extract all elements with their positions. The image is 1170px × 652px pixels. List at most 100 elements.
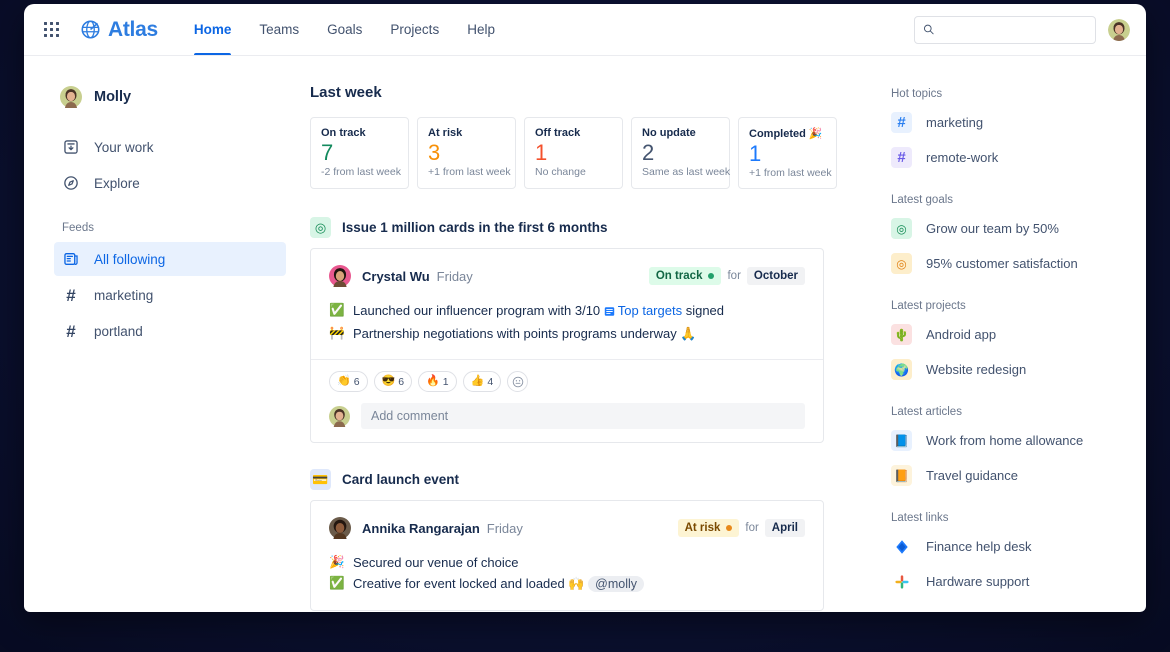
rightbar-item-customer-satisfaction[interactable]: ◎ 95% customer satisfaction [891, 253, 1128, 274]
bullet-text-pre: Launched our influencer program with 3/1… [353, 303, 604, 318]
rightbar-group-latest-links: Latest links Finance help desk Hardware … [891, 512, 1128, 592]
sidebar-section-feeds-label: Feeds [62, 222, 94, 234]
brand-logo[interactable]: Atlas [80, 18, 158, 42]
check-mark-icon: ✅ [329, 303, 345, 317]
sidebar-item-label: All following [94, 251, 166, 267]
status-badge[interactable]: On track [648, 267, 722, 285]
feed-icon [62, 251, 80, 267]
period-badge[interactable]: April [764, 519, 805, 537]
rightbar-item-label: Grow our team by 50% [926, 221, 1059, 236]
rightbar-item-label: Travel guidance [926, 468, 1019, 483]
stat-value: 1 [749, 141, 762, 166]
sidebar-item-marketing[interactable]: # marketing [54, 278, 286, 312]
add-reaction-icon [512, 376, 523, 387]
inline-link[interactable]: Top targets [618, 303, 682, 318]
bullet-text: Creative for event locked and loaded 🙌 @… [353, 574, 645, 594]
search-input[interactable] [940, 22, 1087, 37]
status-dot [726, 525, 733, 531]
stat-value: 1 [535, 140, 548, 165]
sidebar-item-explore[interactable]: Explore [54, 166, 286, 200]
period-badge[interactable]: October [746, 267, 805, 285]
reaction-count: 6 [398, 375, 405, 388]
sidebar-feeds: All following # marketing # portland [54, 242, 286, 348]
nav-link-goals[interactable]: Goals [313, 4, 376, 55]
rightbar-group-latest-articles: Latest articles 📘 Work from home allowan… [891, 406, 1128, 486]
goal-target-icon: ◎ [891, 218, 912, 239]
document-icon [604, 303, 615, 322]
stat-card-completed[interactable]: Completed 🎉 1 +1 from last week [738, 117, 837, 189]
nav-link-home[interactable]: Home [180, 4, 246, 55]
jira-service-icon [891, 536, 912, 557]
blue-book-icon: 📘 [891, 430, 912, 451]
avatar [60, 86, 82, 108]
rightbar-item-wfh-allowance[interactable]: 📘 Work from home allowance [891, 430, 1128, 451]
nav-link-projects[interactable]: Projects [376, 4, 453, 55]
comment-row: Add comment [329, 403, 805, 429]
stat-card-off-track[interactable]: Off track 1 No change [524, 117, 623, 189]
orange-book-icon: 📙 [891, 465, 912, 486]
rightbar-item-grow-team[interactable]: ◎ Grow our team by 50% [891, 218, 1128, 239]
goal-title: Card launch event [342, 472, 460, 487]
construction-icon: 🚧 [329, 326, 345, 340]
post-author[interactable]: Annika Rangarajan [362, 521, 480, 536]
stat-card-at-risk[interactable]: At risk 3 +1 from last week [417, 117, 516, 189]
rightbar-group-title: Latest goals [891, 194, 954, 206]
status-badge[interactable]: At risk [677, 519, 740, 537]
primary-nav: Home Teams Goals Projects Help [180, 4, 509, 55]
stat-card-no-update[interactable]: No update 2 Same as last week [631, 117, 730, 189]
for-label: for [745, 522, 759, 534]
rightbar-item-marketing[interactable]: # marketing [891, 112, 1128, 133]
search-box[interactable] [914, 15, 1096, 44]
rightbar-group-title: Hot topics [891, 88, 943, 100]
avatar[interactable] [329, 265, 351, 287]
avatar[interactable] [329, 517, 351, 539]
your-work-icon [62, 139, 80, 155]
rightbar-item-hardware-support[interactable]: Hardware support [891, 571, 1128, 592]
globe-icon: 🌍 [891, 359, 912, 380]
post-timestamp: Friday [436, 268, 473, 284]
main-feed: Last week On track 7 -2 from last week A… [310, 56, 891, 612]
post-author[interactable]: Crystal Wu [362, 269, 430, 284]
sidebar-item-portland[interactable]: # portland [54, 314, 286, 348]
update-card: Crystal Wu Friday On track for October ✅… [310, 248, 824, 443]
stat-title: On track [321, 127, 366, 139]
sidebar-user[interactable]: Molly [54, 86, 286, 108]
rightbar-item-label: Website redesign [926, 362, 1027, 377]
goal-target-icon: ◎ [891, 253, 912, 274]
rightbar-group-title: Latest articles [891, 406, 962, 418]
update-card-footer: 👏 6 😎 6 🔥 1 👍 4 Add comment [311, 359, 823, 442]
status-label: At risk [684, 522, 721, 534]
reaction-pill[interactable]: 😎 6 [373, 371, 413, 392]
sidebar-item-all-following[interactable]: All following [54, 242, 286, 276]
reaction-pill[interactable]: 👏 6 [329, 371, 368, 392]
update-card: Annika Rangarajan Friday At risk for Apr… [310, 500, 824, 611]
rightbar-item-finance-help-desk[interactable]: Finance help desk [891, 536, 1128, 557]
stat-value: 2 [642, 140, 655, 165]
rightbar-item-travel-guidance[interactable]: 📙 Travel guidance [891, 465, 1128, 486]
stat-title: Completed 🎉 [749, 128, 823, 140]
goal-header[interactable]: 💳 Card launch event [310, 469, 891, 490]
add-reaction-button[interactable] [507, 371, 529, 392]
rightbar-item-android-app[interactable]: 🌵 Android app [891, 324, 1128, 345]
stat-title: At risk [428, 127, 463, 139]
profile-avatar[interactable] [1108, 18, 1130, 41]
mention-chip[interactable]: @molly [588, 576, 645, 592]
nav-link-teams[interactable]: Teams [245, 4, 313, 55]
add-comment-input[interactable]: Add comment [361, 403, 805, 429]
sidebar-item-your-work[interactable]: Your work [54, 130, 286, 164]
goal-header[interactable]: ◎ Issue 1 million cards in the first 6 m… [310, 217, 891, 238]
stat-card-on-track[interactable]: On track 7 -2 from last week [310, 117, 409, 189]
check-mark-icon: ✅ [329, 576, 345, 590]
reaction-pill[interactable]: 👍 4 [462, 371, 502, 392]
app-switcher-button[interactable] [38, 17, 64, 43]
bullet-text: Launched our influencer program with 3/1… [353, 301, 724, 322]
rightbar-item-website-redesign[interactable]: 🌍 Website redesign [891, 359, 1128, 380]
reaction-pill[interactable]: 🔥 1 [418, 371, 457, 392]
credit-card-icon: 💳 [310, 469, 331, 490]
update-card-body: Annika Rangarajan Friday At risk for Apr… [311, 501, 823, 610]
sidebar-item-label: Your work [94, 139, 154, 155]
stat-title: No update [642, 127, 696, 139]
nav-link-help[interactable]: Help [453, 4, 509, 55]
rightbar-item-remote-work[interactable]: # remote-work [891, 147, 1128, 168]
goal-target-icon: ◎ [310, 217, 331, 238]
